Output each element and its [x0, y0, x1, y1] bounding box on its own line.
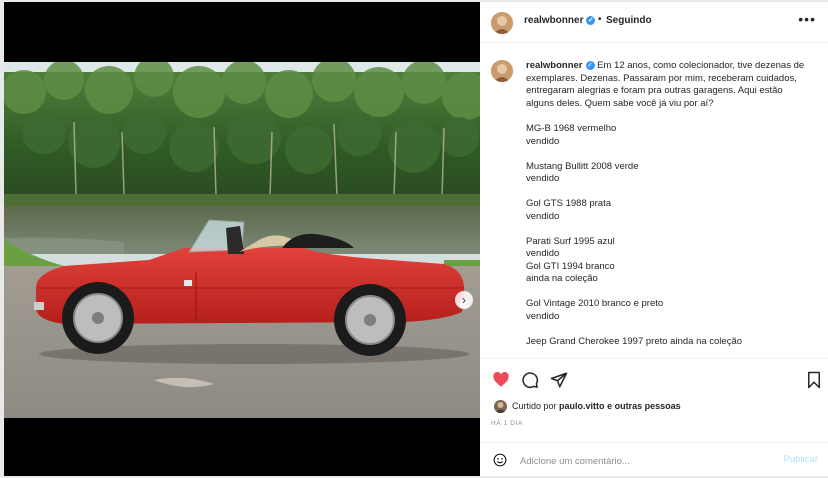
author-username[interactable]: realwbonner ✓	[524, 15, 596, 26]
avatar-image	[494, 400, 507, 413]
caption-text: realwbonner ✓ Em 12 anos, como colecionad…	[526, 60, 812, 348]
caption-car-list: MG-B 1968 vermelho vendido Mustang Bullitt…	[526, 123, 812, 348]
author-avatar[interactable]	[491, 12, 513, 34]
caption-line	[526, 286, 812, 299]
caption-line: Gol GTS 1988 prata	[526, 198, 612, 209]
liker-avatar[interactable]	[494, 400, 507, 413]
caption-author-avatar[interactable]	[491, 60, 513, 82]
caption-line: vendido	[526, 310, 560, 322]
separator-dot: •	[598, 14, 602, 25]
caption-line: MG-B 1968 vermelho	[526, 123, 617, 134]
next-media-button[interactable]: ›	[455, 291, 473, 309]
caption-line: Parati Surf 1995 azul	[526, 235, 615, 247]
caption-line	[526, 186, 812, 199]
likes-prefix: Curtido por	[512, 401, 557, 411]
comment-button[interactable]	[521, 371, 539, 389]
following-button[interactable]: Seguindo	[606, 15, 652, 26]
caption-line: Gol GTI 1994 branco	[526, 260, 615, 272]
share-button[interactable]	[550, 371, 568, 389]
caption-author-username[interactable]: realwbonner	[526, 60, 583, 71]
author-username-text[interactable]: realwbonner	[524, 15, 583, 26]
like-button[interactable]	[492, 371, 510, 389]
post-timestamp[interactable]: HÁ 1 DIA	[491, 420, 523, 427]
caption-line: vendido	[526, 173, 560, 184]
caption-line: ainda na coleção	[526, 273, 598, 284]
bookmark-icon	[808, 371, 820, 389]
caption-line: Jeep Grand Cherokee 1997 preto ainda na …	[526, 335, 743, 347]
post-sidebar: realwbonner ✓ • Seguindo ••• realwbonner ✓…	[480, 2, 828, 476]
avatar-image	[491, 12, 513, 34]
caption-line: Gol Vintage 2010 branco e preto	[526, 298, 664, 309]
post-photo[interactable]: ›	[4, 62, 480, 418]
caption-line: Mustang Bullitt 2008 verde	[526, 160, 639, 172]
others-link[interactable]: e outras pessoas	[607, 401, 681, 411]
verified-badge-icon: ✓	[586, 16, 596, 25]
verified-badge-icon: ✓	[585, 61, 595, 70]
heart-icon	[493, 371, 509, 387]
comment-bar: Publicar	[480, 442, 828, 477]
caption-line: vendido	[526, 135, 560, 147]
caption-line: vendido	[526, 248, 560, 259]
comment-input[interactable]	[520, 454, 760, 468]
emoji-icon	[493, 453, 507, 467]
post-modal: › realwbonner ✓ • Seguindo ••• realwbonn…	[4, 2, 828, 476]
post-header: realwbonner ✓ • Seguindo •••	[480, 2, 828, 43]
liker-username[interactable]: paulo.vitto	[559, 401, 605, 411]
publish-button[interactable]: Publicar	[784, 454, 818, 465]
avatar-image	[491, 60, 513, 82]
caption-line	[526, 223, 812, 236]
post-media: ›	[4, 2, 480, 476]
comment-icon	[522, 372, 539, 389]
car-photo	[4, 62, 480, 418]
caption-area: realwbonner ✓ Em 12 anos, como colecionad…	[480, 50, 828, 354]
likes-text: Curtido por paulo.vitto e outras pessoas	[512, 401, 681, 411]
caption-line	[526, 323, 812, 336]
more-options-icon[interactable]: •••	[798, 11, 816, 27]
caption-line: vendido	[526, 210, 560, 222]
caption-line	[526, 148, 812, 161]
emoji-button[interactable]	[493, 453, 507, 467]
share-icon	[550, 372, 568, 388]
save-button[interactable]	[805, 371, 823, 389]
